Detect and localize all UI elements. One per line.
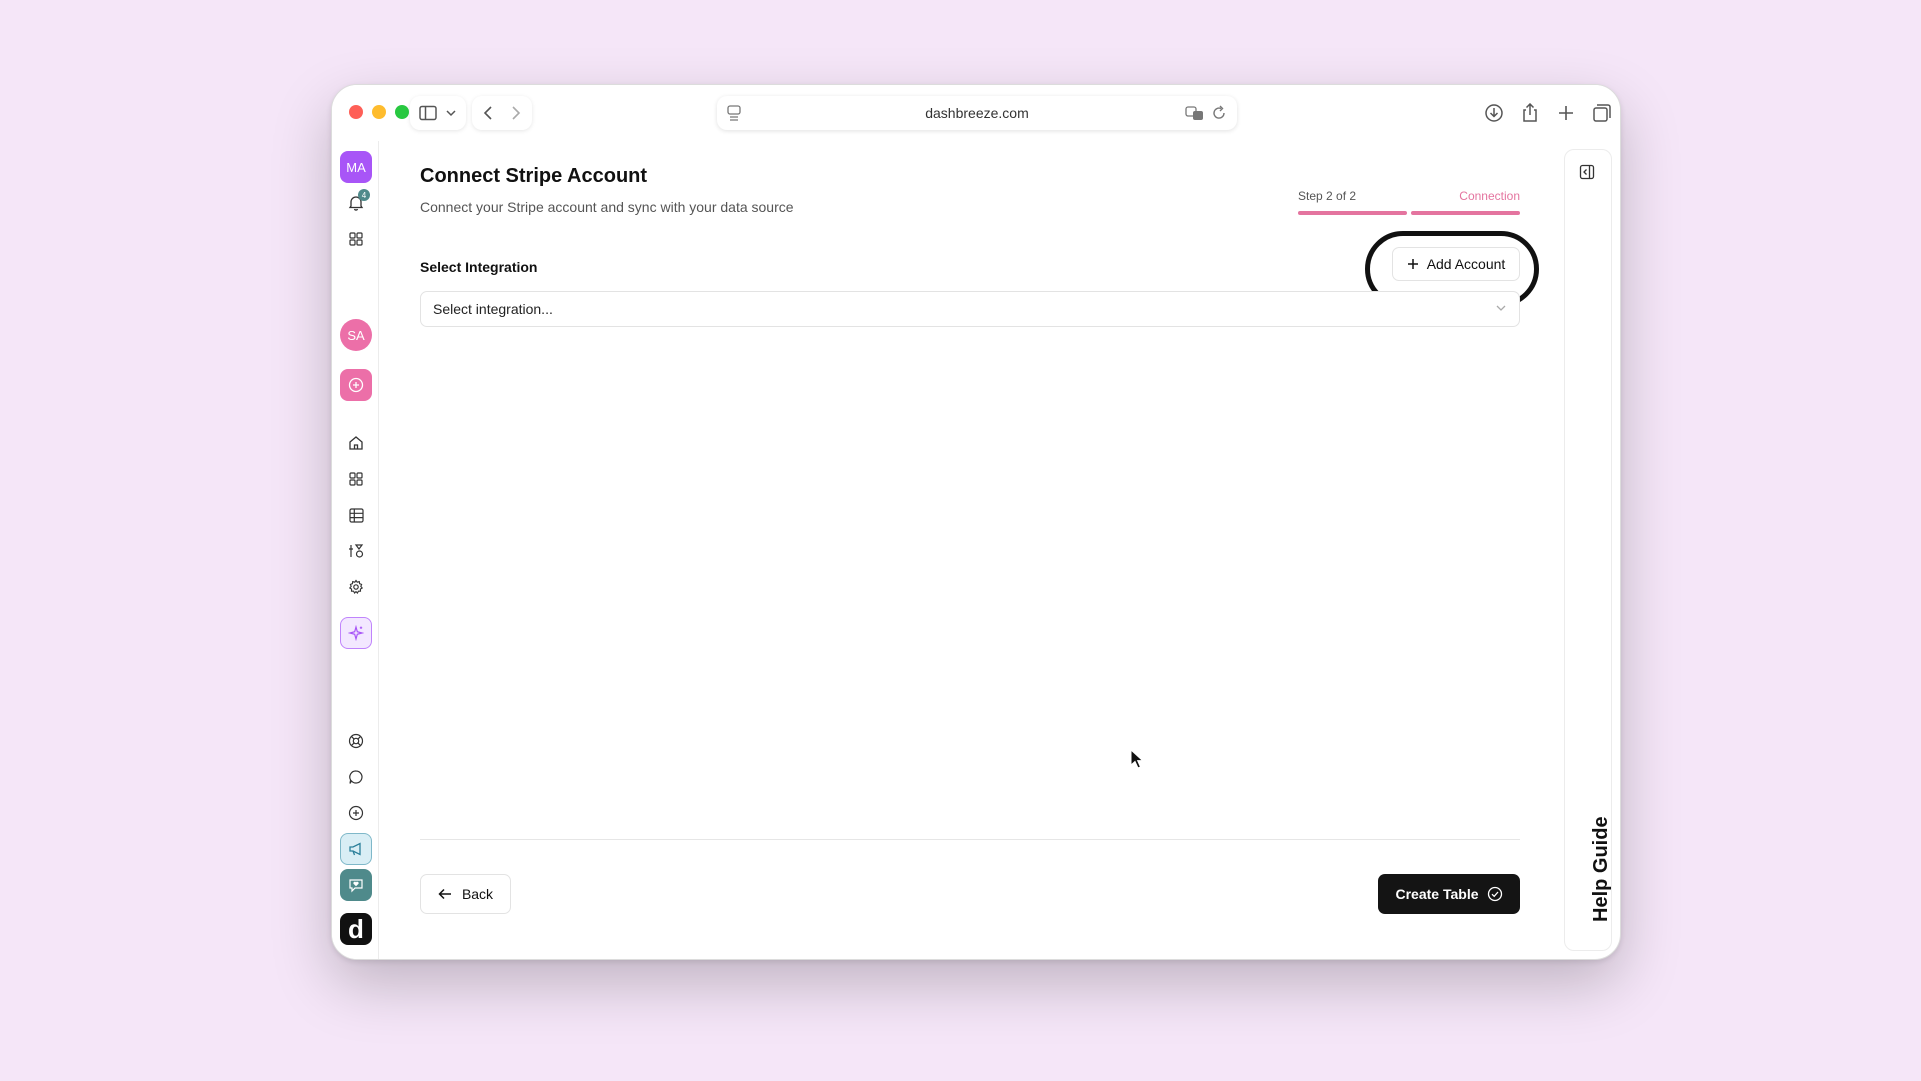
table-icon: [348, 507, 364, 523]
settings-button[interactable]: [340, 571, 372, 603]
megaphone-icon: [348, 841, 364, 857]
chat-bubble-icon: [348, 769, 364, 785]
integration-select[interactable]: Select integration...: [420, 291, 1520, 327]
address-bar[interactable]: dashbreeze.com: [717, 96, 1237, 130]
footer-divider: [420, 839, 1520, 840]
browser-toolbar: dashbreeze.com: [332, 85, 1620, 141]
address-url: dashbreeze.com: [925, 105, 1029, 121]
minimize-window-button[interactable]: [372, 105, 386, 119]
add-button[interactable]: [340, 797, 372, 829]
panel-toggle-icon[interactable]: [1579, 164, 1595, 180]
app-sidebar: MA 4 SA d: [332, 141, 379, 959]
notification-badge: 4: [358, 189, 370, 201]
add-account-label: Add Account: [1426, 256, 1506, 272]
support-button[interactable]: [340, 725, 372, 757]
chat-button[interactable]: [340, 761, 372, 793]
home-icon: [348, 435, 364, 451]
plus-icon: [1407, 258, 1419, 270]
tab-overview-icon[interactable]: [1590, 97, 1614, 129]
mouse-cursor-icon: [1130, 749, 1144, 769]
main-content: Connect Stripe Account Connect your Stri…: [380, 141, 1560, 959]
ai-assistant-button[interactable]: [340, 617, 372, 649]
page-title: Connect Stripe Account: [420, 165, 648, 187]
plus-circle-icon: [348, 377, 364, 393]
add-account-button[interactable]: Add Account: [1392, 247, 1520, 281]
back-button[interactable]: Back: [420, 874, 511, 914]
lifebuoy-icon: [348, 733, 364, 749]
dashboard-grid-icon: [349, 472, 363, 486]
sidebar-toggle-icon[interactable]: [416, 97, 440, 129]
add-workspace-button[interactable]: [340, 369, 372, 401]
step-counter: Step 2 of 2: [1298, 189, 1357, 203]
chevron-down-icon: [1495, 302, 1507, 314]
notifications-button[interactable]: 4: [340, 187, 372, 219]
forward-arrow-icon[interactable]: [504, 97, 528, 129]
workspace-avatar-button[interactable]: SA: [340, 319, 372, 351]
arrow-left-icon: [438, 888, 452, 900]
reload-icon[interactable]: [1211, 105, 1227, 121]
chevron-down-icon[interactable]: [442, 97, 460, 129]
help-guide-label: Help Guide: [1590, 816, 1612, 922]
maximize-window-button[interactable]: [395, 105, 409, 119]
create-table-button[interactable]: Create Table: [1378, 874, 1520, 914]
browser-window: dashbreeze.com MA 4 SA d Connect Stripe …: [331, 84, 1621, 960]
feedback-button[interactable]: [340, 869, 372, 901]
close-window-button[interactable]: [349, 105, 363, 119]
home-button[interactable]: [340, 427, 372, 459]
app-logo[interactable]: d: [340, 913, 372, 945]
select-integration-label: Select Integration: [420, 259, 538, 275]
help-guide-panel[interactable]: Help Guide: [1564, 149, 1612, 951]
step-2-bar: [1411, 211, 1520, 215]
step-name: Connection: [1459, 189, 1520, 203]
new-tab-icon[interactable]: [1554, 97, 1578, 129]
integrations-button[interactable]: [340, 535, 372, 567]
logo-letter: d: [348, 914, 364, 944]
shapes-icon: [348, 543, 364, 559]
create-table-label: Create Table: [1395, 886, 1479, 902]
back-arrow-icon[interactable]: [476, 97, 500, 129]
tables-button[interactable]: [340, 499, 372, 531]
step-1-bar: [1298, 211, 1407, 215]
dashboards-button[interactable]: [340, 463, 372, 495]
grid-icon: [349, 232, 363, 246]
plus-circle-icon: [348, 805, 364, 821]
gear-icon: [348, 579, 364, 595]
announcements-button[interactable]: [340, 833, 372, 865]
heart-chat-icon: [348, 877, 364, 893]
share-icon[interactable]: [1518, 97, 1542, 129]
download-icon[interactable]: [1482, 97, 1506, 129]
back-label: Back: [461, 886, 494, 902]
page-settings-icon[interactable]: [727, 105, 741, 121]
workspace-avatar: SA: [340, 319, 372, 351]
page-subtitle: Connect your Stripe account and sync wit…: [420, 199, 794, 215]
apps-grid-button[interactable]: [340, 223, 372, 255]
translate-icon[interactable]: [1185, 105, 1205, 121]
user-avatar: MA: [340, 151, 372, 183]
sparkle-icon: [348, 625, 364, 641]
user-avatar-button[interactable]: MA: [340, 151, 372, 183]
check-circle-icon: [1487, 886, 1503, 902]
integration-select-placeholder: Select integration...: [433, 301, 553, 317]
